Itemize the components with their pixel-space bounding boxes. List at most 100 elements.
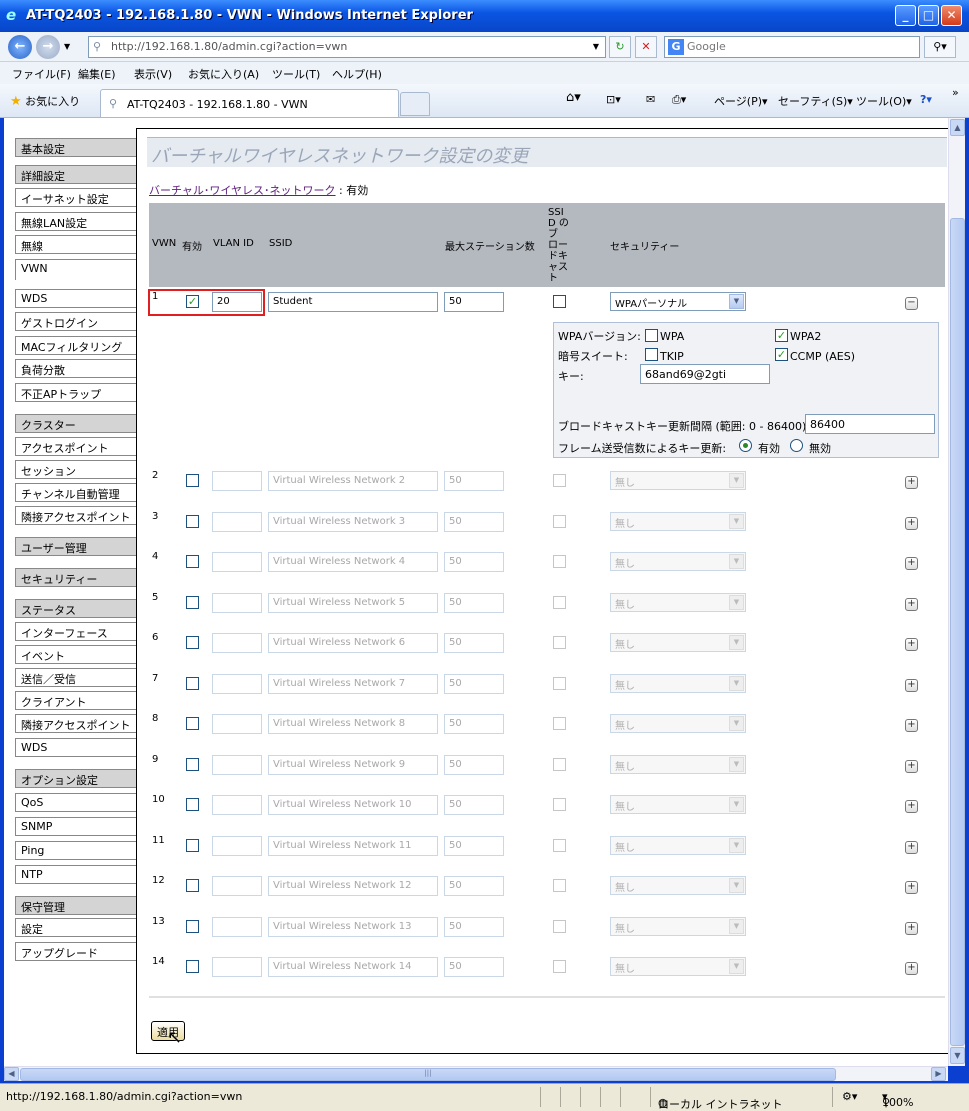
max-stations-input[interactable]: 50 [444, 512, 504, 532]
ssid-input[interactable]: Virtual Wireless Network 9 [268, 755, 438, 775]
menu-file[interactable]: ファイル(F) [12, 66, 71, 82]
security-select[interactable]: 無し ▼ [610, 471, 746, 490]
vlan-input[interactable] [212, 755, 262, 775]
ssid-input[interactable]: Virtual Wireless Network 5 [268, 593, 438, 613]
sidebar-item[interactable]: WDS [15, 738, 137, 757]
url-dropdown-icon[interactable]: ▼ [588, 37, 604, 57]
sidebar-item[interactable]: WDS [15, 289, 137, 308]
scroll-down-icon[interactable]: ▼ [950, 1047, 965, 1064]
help-icon[interactable]: ?▾ [920, 93, 932, 106]
menu-view[interactable]: 表示(V) [134, 66, 172, 82]
vlan-input[interactable] [212, 795, 262, 815]
wpa2-checkbox[interactable]: ✓ [775, 329, 788, 342]
max-stations-input[interactable]: 50 [444, 917, 504, 937]
sidebar-item[interactable]: 保守管理 [15, 896, 137, 915]
sidebar-item[interactable]: ステータス [15, 599, 137, 618]
sidebar-item[interactable]: Ping [15, 841, 137, 860]
rekey-on-radio[interactable] [739, 439, 752, 452]
page-menu[interactable]: ページ(P)▾ [714, 93, 768, 109]
broadcast-checkbox[interactable] [553, 960, 566, 973]
max-stations-input[interactable]: 50 [444, 633, 504, 653]
max-stations-input[interactable]: 50 [444, 714, 504, 734]
sidebar-item[interactable]: 設定 [15, 918, 137, 937]
vlan-input[interactable] [212, 471, 262, 491]
ssid-input[interactable]: Student [268, 292, 438, 312]
home-icon[interactable]: ⌂▾ [566, 90, 581, 105]
vlan-input[interactable] [212, 836, 262, 856]
scroll-up-icon[interactable]: ▲ [950, 119, 965, 136]
ssid-input[interactable]: Virtual Wireless Network 6 [268, 633, 438, 653]
menu-tools[interactable]: ツール(T) [272, 66, 320, 82]
ssid-input[interactable]: Virtual Wireless Network 12 [268, 876, 438, 896]
title-bar[interactable]: e AT-TQ2403 - 192.168.1.80 - VWN - Windo… [0, 0, 969, 32]
sidebar-item[interactable]: インターフェース [15, 622, 137, 641]
sidebar-item[interactable]: イベント [15, 645, 137, 664]
sidebar-item[interactable]: NTP [15, 865, 137, 884]
broadcast-checkbox[interactable] [553, 295, 566, 308]
max-stations-input[interactable]: 50 [444, 674, 504, 694]
sidebar-item[interactable]: SNMP [15, 817, 137, 836]
expand-icon[interactable]: + [905, 841, 918, 854]
max-stations-input[interactable]: 50 [444, 292, 504, 312]
max-stations-input[interactable]: 50 [444, 471, 504, 491]
security-select[interactable]: 無し ▼ [610, 917, 746, 936]
chevron-more-icon[interactable]: » [952, 86, 959, 99]
enabled-checkbox[interactable] [186, 798, 199, 811]
minimize-button[interactable]: _ [895, 5, 916, 26]
menu-favorites[interactable]: お気に入り(A) [188, 66, 259, 82]
sidebar-item[interactable]: アクセスポイント [15, 437, 137, 456]
expand-icon[interactable]: + [905, 962, 918, 975]
max-stations-input[interactable]: 50 [444, 552, 504, 572]
ssid-input[interactable]: Virtual Wireless Network 8 [268, 714, 438, 734]
security-select[interactable]: 無し ▼ [610, 795, 746, 814]
expand-icon[interactable]: + [905, 881, 918, 894]
vlan-input[interactable] [212, 674, 262, 694]
menu-help[interactable]: ヘルプ(H) [332, 66, 382, 82]
sidebar-item[interactable]: ゲストログイン [15, 312, 137, 331]
enabled-checkbox[interactable] [186, 839, 199, 852]
expand-icon[interactable]: + [905, 557, 918, 570]
forward-icon[interactable]: → [36, 35, 60, 59]
security-select[interactable]: 無し ▼ [610, 755, 746, 774]
menu-edit[interactable]: 編集(E) [78, 66, 116, 82]
sidebar-item[interactable]: クラスター [15, 414, 137, 433]
back-icon[interactable]: ← [8, 35, 32, 59]
ssid-input[interactable]: Virtual Wireless Network 13 [268, 917, 438, 937]
collapse-icon[interactable]: − [905, 297, 918, 310]
new-tab-button[interactable] [400, 92, 430, 116]
sidebar-item[interactable]: ユーザー管理 [15, 537, 137, 556]
vertical-scrollbar[interactable]: ▲ ▼ [948, 118, 965, 1066]
ssid-input[interactable]: Virtual Wireless Network 4 [268, 552, 438, 572]
broadcast-checkbox[interactable] [553, 839, 566, 852]
sidebar-item[interactable]: クライアント [15, 691, 137, 710]
sidebar-item[interactable]: VWN [15, 259, 137, 280]
scroll-right-icon[interactable]: ▶ [931, 1067, 946, 1081]
vlan-input[interactable] [212, 593, 262, 613]
broadcast-checkbox[interactable] [553, 515, 566, 528]
sidebar-item[interactable]: 基本設定 [15, 138, 137, 157]
key-input[interactable]: 68and69@2gti [640, 364, 770, 384]
ssid-input[interactable]: Virtual Wireless Network 3 [268, 512, 438, 532]
sidebar-item[interactable]: 隣接アクセスポイント [15, 714, 137, 733]
tools-menu[interactable]: ツール(O)▾ [856, 93, 912, 109]
feeds-icon[interactable]: ⊡▾ [606, 93, 621, 106]
ssid-input[interactable]: Virtual Wireless Network 10 [268, 795, 438, 815]
sidebar-item[interactable]: チャンネル自動管理 [15, 483, 137, 502]
tkip-checkbox[interactable] [645, 348, 658, 361]
sidebar-item[interactable]: アップグレード [15, 942, 137, 961]
expand-icon[interactable]: + [905, 679, 918, 692]
scroll-left-icon[interactable]: ◀ [4, 1067, 19, 1081]
enabled-checkbox[interactable] [186, 879, 199, 892]
broadcast-checkbox[interactable] [553, 596, 566, 609]
vlan-input[interactable] [212, 633, 262, 653]
broadcast-checkbox[interactable] [553, 636, 566, 649]
security-select[interactable]: 無し ▼ [610, 674, 746, 693]
sidebar-item[interactable]: 詳細設定 [15, 165, 137, 184]
broadcast-checkbox[interactable] [553, 920, 566, 933]
url-input[interactable]: ⚲ http://192.168.1.80/admin.cgi?action=v… [88, 36, 606, 58]
vlan-input[interactable] [212, 917, 262, 937]
interval-input[interactable]: 86400 [805, 414, 935, 434]
max-stations-input[interactable]: 50 [444, 876, 504, 896]
security-select[interactable]: 無し ▼ [610, 512, 746, 531]
sidebar-item[interactable]: 不正APトラップ [15, 383, 137, 402]
